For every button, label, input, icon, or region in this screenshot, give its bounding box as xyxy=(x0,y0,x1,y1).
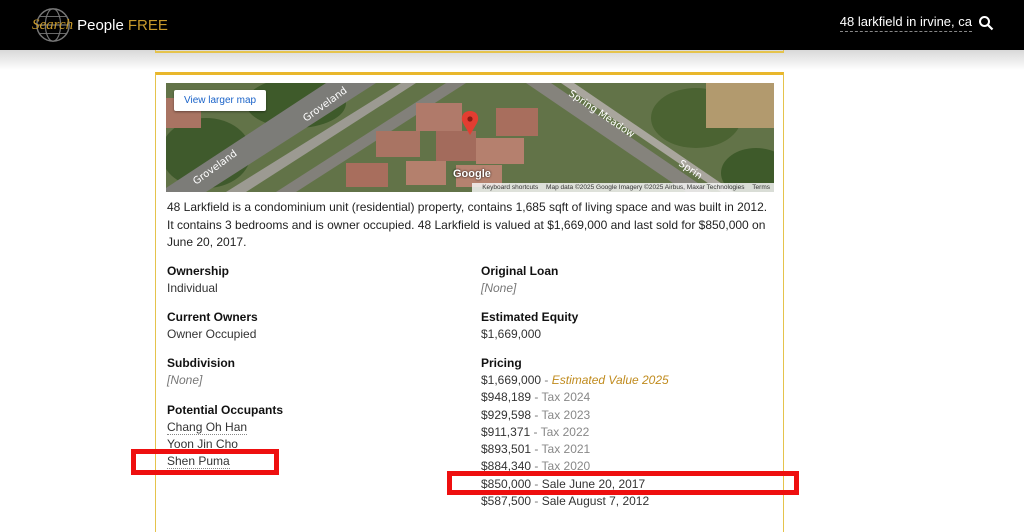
pricing-row: $948,189 - Tax 2024 xyxy=(481,390,591,405)
highlight-box-sale xyxy=(447,471,799,495)
header-shadow xyxy=(0,50,1024,70)
property-map[interactable]: Groveland Groveland Spring Meadow Sprin … xyxy=(166,83,774,192)
pricing-row: $893,501 - Tax 2021 xyxy=(481,442,591,457)
estimated-equity-field: Estimated Equity $1,669,000 xyxy=(481,309,578,343)
occupant-link[interactable]: Chang Oh Han xyxy=(167,420,248,435)
potential-occupants-label: Potential Occupants xyxy=(167,403,284,417)
current-owners-value: Owner Occupied xyxy=(167,327,257,341)
ownership-field: Ownership Individual xyxy=(167,263,229,297)
logo-free-text: FREE xyxy=(127,16,168,34)
pricing-row: $911,371 - Tax 2022 xyxy=(481,424,590,439)
current-owners-label: Current Owners xyxy=(167,310,258,324)
original-loan-value: [None] xyxy=(481,281,517,295)
header-search[interactable]: 48 larkfield in irvine, ca xyxy=(839,14,994,32)
pricing-row: $1,669,000 - Estimated Value 2025 xyxy=(481,373,669,387)
search-query-text[interactable]: 48 larkfield in irvine, ca xyxy=(839,14,972,32)
logo-people-text: People xyxy=(77,16,124,34)
ownership-label: Ownership xyxy=(167,264,230,278)
previous-card-edge xyxy=(155,50,784,53)
view-larger-map-button[interactable]: View larger map xyxy=(174,90,267,111)
estimated-equity-label: Estimated Equity xyxy=(481,310,579,324)
original-loan-field: Original Loan [None] xyxy=(481,263,558,297)
subdivision-value: [None] xyxy=(167,373,203,387)
pricing-row: $929,598 - Tax 2023 xyxy=(481,407,591,422)
pricing-label: Pricing xyxy=(481,356,522,370)
google-logo: Google xyxy=(453,168,491,180)
site-logo[interactable]: Search People FREE xyxy=(30,6,168,44)
map-attribution: Keyboard shortcuts Map data ©2025 Google… xyxy=(472,183,774,192)
keyboard-shortcuts-link[interactable]: Keyboard shortcuts xyxy=(482,184,538,191)
original-loan-label: Original Loan xyxy=(481,264,559,278)
search-icon[interactable] xyxy=(978,15,994,31)
pricing-row: $587,500 - Sale August 7, 2012 xyxy=(481,494,650,509)
subdivision-field: Subdivision [None] xyxy=(167,355,235,389)
terms-link[interactable]: Terms xyxy=(752,184,770,191)
logo-search-text: Search xyxy=(32,16,74,33)
map-data-text: Map data ©2025 Google Imagery ©2025 Airb… xyxy=(546,184,745,191)
ownership-value: Individual xyxy=(167,281,218,295)
top-navigation-bar: Search People FREE 48 larkfield in irvin… xyxy=(0,0,1024,50)
highlight-box-occupant xyxy=(131,449,279,475)
estimated-equity-value: $1,669,000 xyxy=(481,327,542,341)
current-owners-field: Current Owners Owner Occupied xyxy=(167,309,258,343)
property-description: 48 Larkfield is a condominium unit (resi… xyxy=(167,200,768,249)
subdivision-label: Subdivision xyxy=(167,356,236,370)
